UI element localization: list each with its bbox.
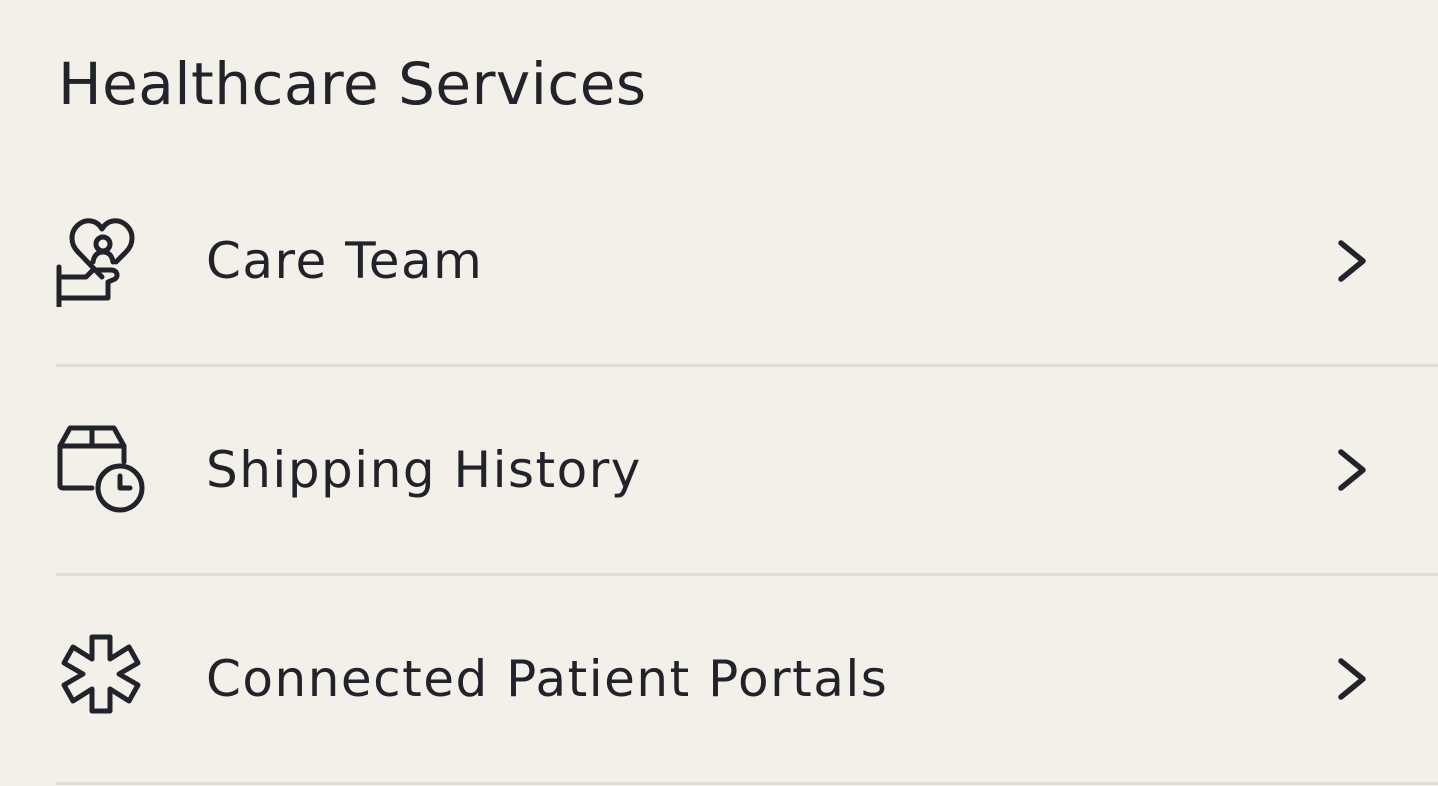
- list-item-label: Connected Patient Portals: [206, 650, 889, 708]
- medical-star-icon: [56, 633, 146, 725]
- chevron-right-icon: [1332, 237, 1372, 285]
- services-list: Care Team Shipping History Connected Pat…: [56, 158, 1438, 785]
- chevron-right-icon: [1332, 446, 1372, 494]
- list-item-label: Care Team: [206, 232, 484, 290]
- chevron-right-icon: [1332, 655, 1372, 703]
- list-item-care-team[interactable]: Care Team: [56, 158, 1438, 367]
- list-item-shipping-history[interactable]: Shipping History: [56, 367, 1438, 576]
- list-item-label: Shipping History: [206, 441, 642, 499]
- heart-hand-person-icon: [56, 215, 146, 307]
- list-item-connected-patient-portals[interactable]: Connected Patient Portals: [56, 576, 1438, 785]
- healthcare-services-page: Healthcare Services Care Team Shipping H…: [0, 0, 1438, 786]
- package-clock-icon: [56, 424, 146, 516]
- section-title: Healthcare Services: [58, 50, 647, 118]
